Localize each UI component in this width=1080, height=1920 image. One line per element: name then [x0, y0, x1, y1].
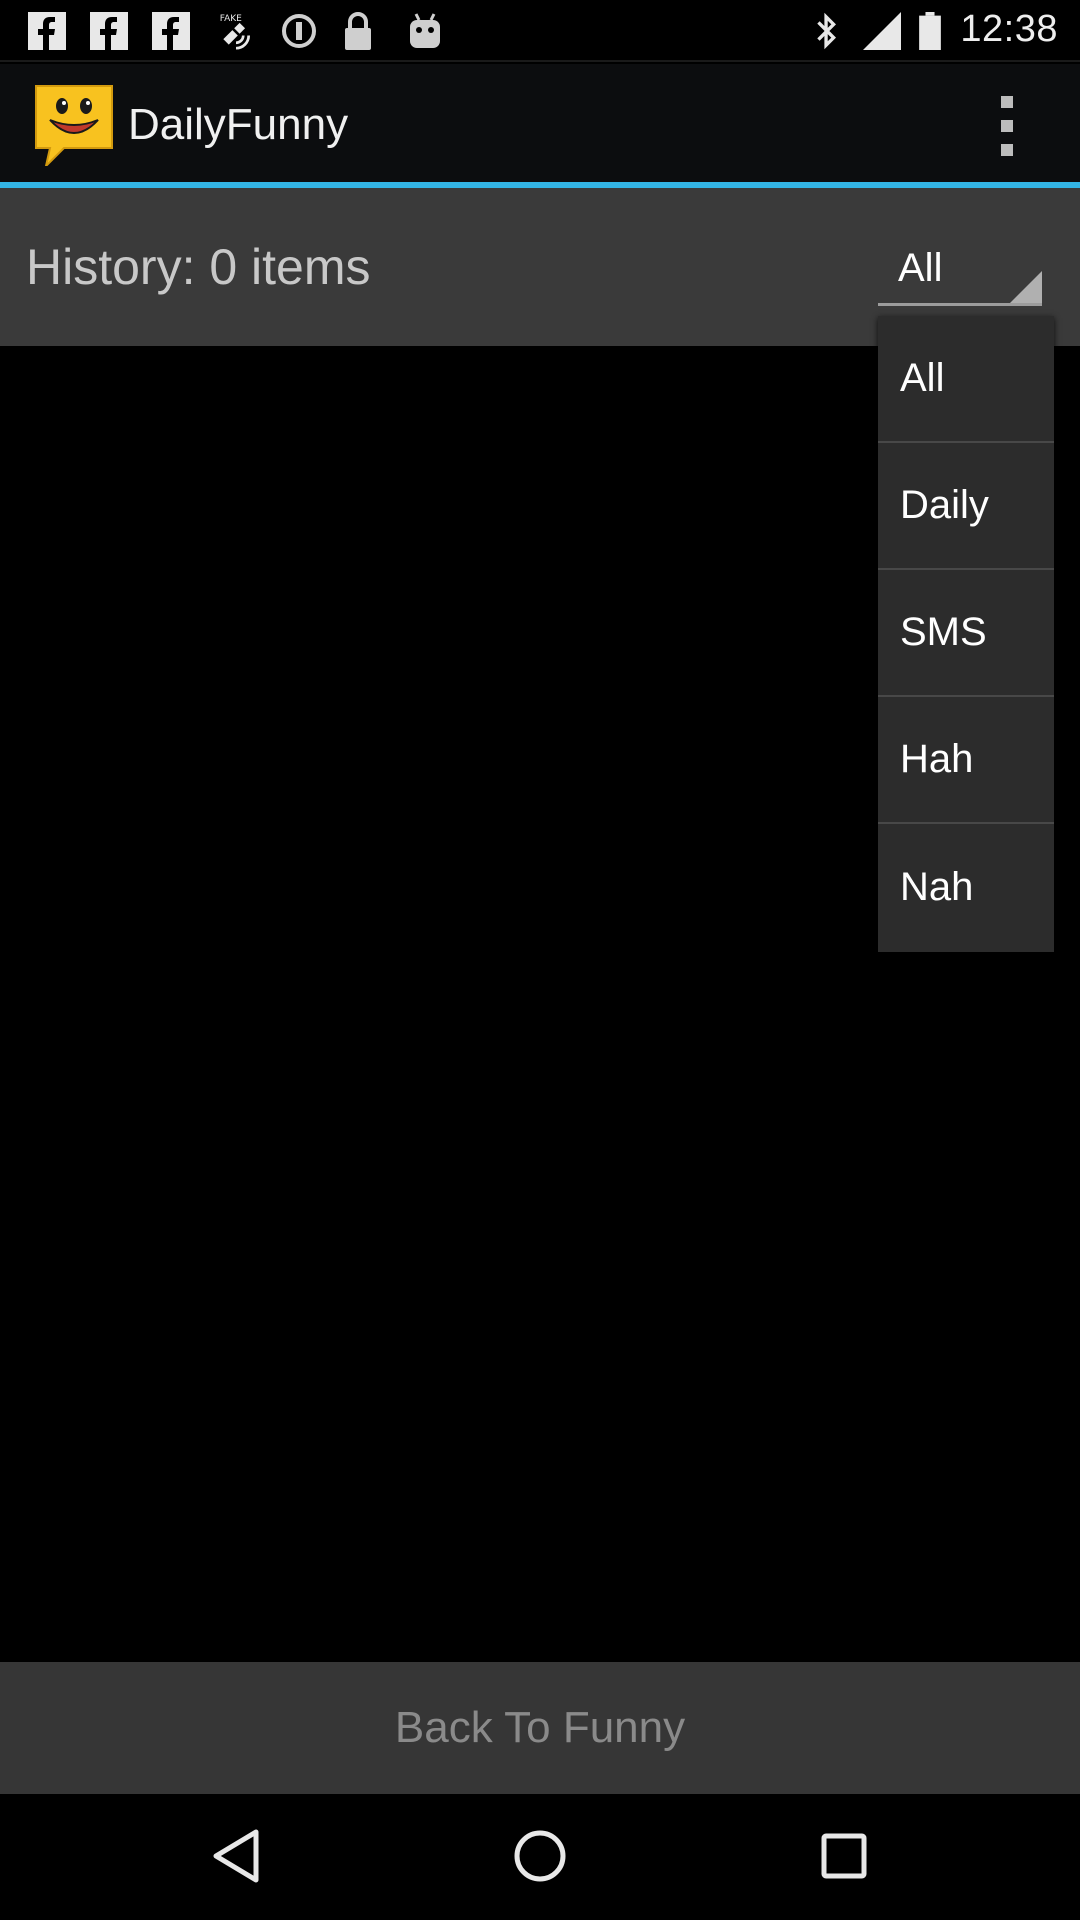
signal-icon — [863, 12, 901, 50]
home-icon[interactable] — [508, 1824, 572, 1888]
android-icon — [410, 13, 440, 48]
filter-selected-value: All — [898, 246, 943, 290]
bluetooth-icon — [817, 12, 837, 50]
navigation-bar — [0, 1794, 1080, 1920]
overflow-dot — [1001, 120, 1013, 132]
alert-icon — [282, 14, 316, 48]
overflow-dot — [1001, 144, 1013, 156]
recents-icon[interactable] — [814, 1824, 874, 1888]
overflow-dot — [1001, 96, 1013, 108]
dropdown-option-nah[interactable]: Nah — [878, 824, 1054, 951]
fake-gps-icon: FAKE — [220, 14, 251, 50]
screen: FAKE 12:38 DailyFunny History: 0 items A… — [0, 0, 1080, 1920]
filter-spinner[interactable]: All — [878, 234, 1042, 306]
clock: 12:38 — [960, 8, 1058, 50]
battery-icon — [919, 12, 941, 50]
status-bar: FAKE 12:38 — [0, 0, 1080, 62]
dropdown-option-hah[interactable]: Hah — [878, 697, 1054, 824]
filter-dropdown: All Daily SMS Hah Nah — [878, 316, 1054, 952]
dropdown-option-daily[interactable]: Daily — [878, 443, 1054, 570]
facebook-icon — [152, 12, 190, 50]
lock-icon — [345, 12, 371, 50]
back-to-funny-button[interactable]: Back To Funny — [0, 1662, 1080, 1794]
overflow-menu-icon[interactable] — [990, 92, 1024, 160]
dropdown-option-all[interactable]: All — [878, 316, 1054, 443]
dropdown-option-sms[interactable]: SMS — [878, 570, 1054, 697]
history-count-label: History: 0 items — [26, 239, 371, 295]
svg-text:FAKE: FAKE — [220, 14, 242, 24]
dropdown-arrow-icon — [1010, 271, 1042, 303]
smiley-chat-icon[interactable] — [34, 84, 114, 166]
facebook-icon — [90, 12, 128, 50]
back-icon[interactable] — [206, 1824, 266, 1888]
facebook-icon — [28, 12, 66, 50]
app-title: DailyFunny — [128, 100, 349, 149]
